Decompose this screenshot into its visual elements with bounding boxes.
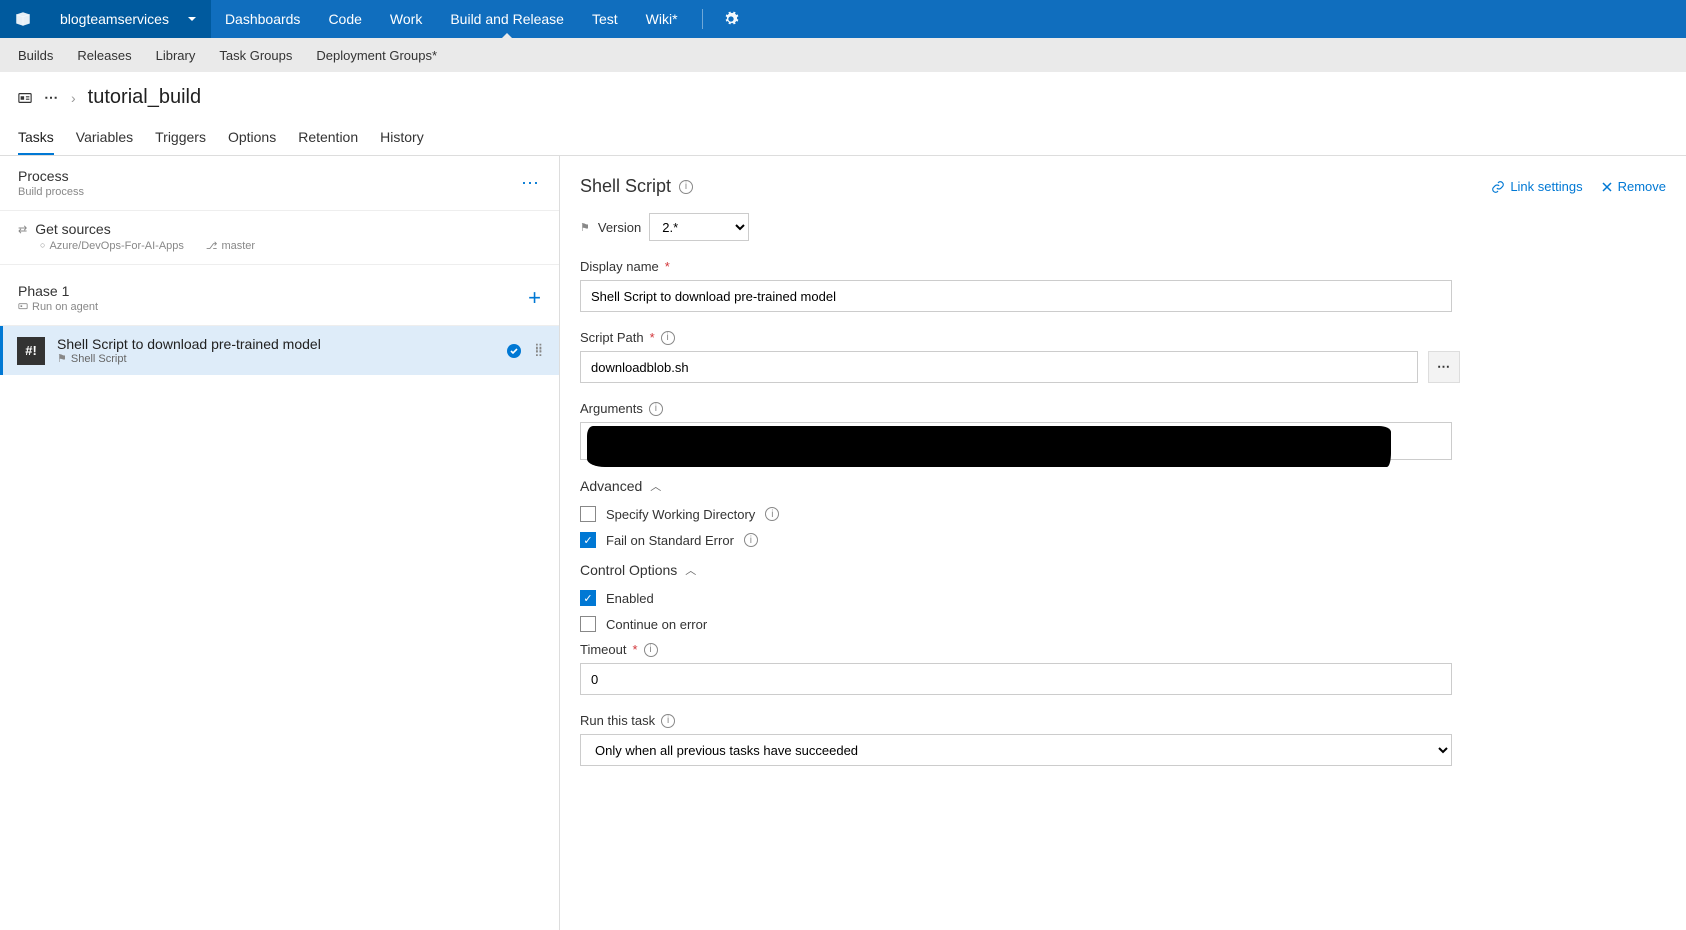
script-path-input[interactable] — [580, 351, 1418, 383]
required-marker: * — [632, 642, 637, 657]
info-icon[interactable]: i — [744, 533, 758, 547]
version-label: Version — [598, 220, 641, 235]
breadcrumb-ellipsis[interactable]: ⋯ — [44, 89, 59, 106]
run-this-task-label: Run this task — [580, 713, 655, 728]
subnav-builds[interactable]: Builds — [18, 48, 53, 63]
vsts-logo[interactable] — [0, 0, 46, 38]
process-row[interactable]: Process Build process ⋯ — [0, 156, 559, 211]
timeout-label: Timeout — [580, 642, 626, 657]
subnav-releases[interactable]: Releases — [77, 48, 131, 63]
tab-code[interactable]: Code — [314, 0, 375, 38]
chevron-up-icon: ︿ — [650, 478, 661, 494]
enabled-label: Enabled — [606, 591, 654, 606]
task-drag-handle[interactable]: ⠿⠿ — [534, 347, 545, 355]
tab-wiki[interactable]: Wiki* — [632, 0, 692, 38]
agent-icon — [18, 302, 28, 312]
close-icon — [1601, 181, 1613, 193]
specify-working-dir-label: Specify Working Directory — [606, 507, 755, 522]
version-select[interactable]: 2.* — [649, 213, 749, 241]
continue-on-error-label: Continue on error — [606, 617, 707, 632]
arguments-input[interactable] — [580, 422, 1452, 460]
nav-divider — [702, 9, 703, 29]
redacted-content — [587, 426, 1391, 467]
chevron-down-icon — [187, 14, 197, 24]
info-icon[interactable]: i — [765, 507, 779, 521]
chevron-up-icon: ︿ — [685, 562, 696, 578]
info-icon[interactable]: i — [644, 643, 658, 657]
page-tab-triggers[interactable]: Triggers — [155, 121, 206, 155]
subnav-deployment-groups[interactable]: Deployment Groups* — [316, 48, 437, 63]
remove-button[interactable]: Remove — [1601, 179, 1666, 194]
subnav-task-groups[interactable]: Task Groups — [219, 48, 292, 63]
flag-icon: ⚑ — [580, 221, 590, 234]
info-icon[interactable]: i — [649, 402, 663, 416]
settings-gear-icon[interactable] — [713, 11, 749, 27]
breadcrumb: ⋯ › tutorial_build — [0, 72, 1686, 115]
subnav-library[interactable]: Library — [156, 48, 196, 63]
shell-script-task-icon: #! — [17, 337, 45, 365]
browse-button[interactable]: ⋯ — [1428, 351, 1460, 383]
add-task-button[interactable]: + — [528, 285, 541, 311]
required-marker: * — [650, 330, 655, 345]
info-icon[interactable]: i — [661, 331, 675, 345]
get-sources-row[interactable]: ⇄ Get sources Azure/DevOps-For-AI-Apps m… — [0, 211, 559, 265]
link-settings-button[interactable]: Link settings — [1491, 179, 1582, 194]
tab-build-release[interactable]: Build and Release — [436, 0, 578, 38]
get-sources-title: Get sources — [35, 221, 110, 237]
task-title: Shell Script to download pre-trained mod… — [57, 336, 494, 352]
flag-icon: ⚑ — [57, 352, 67, 365]
chevron-right-icon: › — [71, 90, 76, 106]
phase-title: Phase 1 — [18, 283, 98, 299]
specify-working-dir-checkbox[interactable] — [580, 506, 596, 522]
process-menu-icon[interactable]: ⋯ — [521, 173, 541, 194]
sources-repo: Azure/DevOps-For-AI-Apps — [40, 240, 184, 252]
build-definition-icon — [18, 91, 32, 105]
arguments-label: Arguments — [580, 401, 643, 416]
advanced-section-toggle[interactable]: Advanced ︿ — [580, 478, 1666, 494]
task-sub: Shell Script — [71, 353, 127, 365]
process-sub: Build process — [18, 186, 84, 198]
page-tab-history[interactable]: History — [380, 121, 424, 155]
task-detail-title: Shell Script — [580, 176, 671, 197]
phase-sub: Run on agent — [32, 301, 98, 313]
fail-on-stderr-checkbox[interactable]: ✓ — [580, 532, 596, 548]
timeout-input[interactable] — [580, 663, 1452, 695]
page-tab-tasks[interactable]: Tasks — [18, 121, 54, 155]
tab-work[interactable]: Work — [376, 0, 436, 38]
required-marker: * — [665, 259, 670, 274]
continue-on-error-checkbox[interactable] — [580, 616, 596, 632]
project-selector[interactable]: blogteamservices — [46, 0, 211, 38]
info-icon[interactable]: i — [661, 714, 675, 728]
tab-test[interactable]: Test — [578, 0, 632, 38]
task-status-check-icon — [506, 343, 522, 359]
link-icon — [1491, 180, 1505, 194]
sources-icon: ⇄ — [18, 223, 25, 236]
phase-row[interactable]: Phase 1 Run on agent + — [0, 271, 559, 326]
script-path-label: Script Path — [580, 330, 644, 345]
page-tab-retention[interactable]: Retention — [298, 121, 358, 155]
task-row-shell-script[interactable]: #! Shell Script to download pre-trained … — [0, 326, 559, 375]
run-this-task-select[interactable]: Only when all previous tasks have succee… — [580, 734, 1452, 766]
build-definition-name: tutorial_build — [88, 86, 201, 109]
tab-dashboards[interactable]: Dashboards — [211, 0, 315, 38]
control-options-section-toggle[interactable]: Control Options ︿ — [580, 562, 1666, 578]
project-name: blogteamservices — [60, 11, 169, 27]
display-name-label: Display name — [580, 259, 659, 274]
display-name-input[interactable] — [580, 280, 1452, 312]
enabled-checkbox[interactable]: ✓ — [580, 590, 596, 606]
page-tab-options[interactable]: Options — [228, 121, 276, 155]
info-icon[interactable]: i — [679, 180, 693, 194]
page-tab-variables[interactable]: Variables — [76, 121, 133, 155]
fail-on-stderr-label: Fail on Standard Error — [606, 533, 734, 548]
sources-branch: master — [206, 240, 255, 252]
process-title: Process — [18, 168, 84, 184]
